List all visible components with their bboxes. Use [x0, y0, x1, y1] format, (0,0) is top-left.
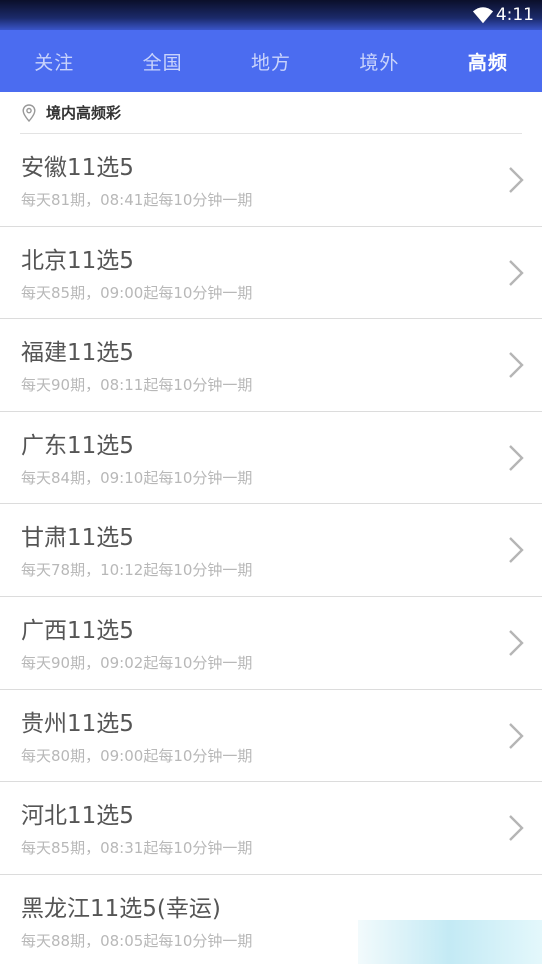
lottery-schedule: 每天90期，08:11起每10分钟一期 — [21, 376, 253, 395]
lottery-name: 贵州11选5 — [21, 710, 134, 737]
lottery-name: 安徽11选5 — [21, 155, 134, 181]
tab-bar: 关注 全国 地方 境外 高频 — [0, 30, 542, 92]
wifi-icon — [472, 7, 494, 24]
lottery-name: 广东11选5 — [21, 432, 134, 459]
lottery-schedule: 每天88期，08:05起每10分钟一期 — [21, 931, 253, 950]
lottery-name: 黑龙江11选5(幸运) — [21, 895, 221, 922]
status-time: 4:11 — [495, 5, 534, 25]
list-item-hebei[interactable]: 河北11选5 每天85期，08:31起每10分钟一期 — [0, 782, 542, 875]
section-header: 境内高频彩 — [20, 92, 522, 134]
lottery-name: 福建11选5 — [21, 340, 134, 367]
location-pin-icon — [22, 103, 36, 122]
lottery-name: 甘肃11选5 — [21, 525, 134, 552]
chevron-right-icon — [509, 259, 524, 286]
chevron-right-icon — [509, 352, 524, 379]
list-item-guangxi[interactable]: 广西11选5 每天90期，09:02起每10分钟一期 — [0, 597, 542, 690]
chevron-right-icon — [509, 722, 524, 749]
list-item-anhui[interactable]: 安徽11选5 每天81期，08:41起每10分钟一期 — [0, 134, 542, 227]
chevron-right-icon — [509, 815, 524, 842]
lottery-name: 广西11选5 — [21, 617, 134, 644]
tab-local[interactable]: 地方 — [217, 30, 325, 92]
lottery-name: 河北11选5 — [21, 803, 134, 830]
lottery-list: 安徽11选5 每天81期，08:41起每10分钟一期 北京11选5 每天85期，… — [0, 134, 542, 964]
list-item-beijing[interactable]: 北京11选5 每天85期，09:00起每10分钟一期 — [0, 227, 542, 320]
lottery-schedule: 每天85期，09:00起每10分钟一期 — [21, 283, 253, 302]
tab-overseas[interactable]: 境外 — [325, 30, 433, 92]
tab-follow[interactable]: 关注 — [0, 30, 108, 92]
lottery-schedule: 每天80期，09:00起每10分钟一期 — [21, 746, 253, 765]
status-bar: 4:11 — [0, 0, 542, 30]
tab-high-frequency[interactable]: 高频 — [434, 30, 542, 92]
lottery-name: 北京11选5 — [21, 247, 134, 274]
list-item-gansu[interactable]: 甘肃11选5 每天78期，10:12起每10分钟一期 — [0, 504, 542, 597]
section-title: 境内高频彩 — [46, 104, 122, 122]
chevron-right-icon — [509, 537, 524, 564]
lottery-schedule: 每天78期，10:12起每10分钟一期 — [21, 561, 253, 580]
tab-national[interactable]: 全国 — [108, 30, 216, 92]
lottery-schedule: 每天81期，08:41起每10分钟一期 — [21, 191, 253, 209]
list-item-guangdong[interactable]: 广东11选5 每天84期，09:10起每10分钟一期 — [0, 412, 542, 505]
chevron-right-icon — [509, 444, 524, 471]
chevron-right-icon — [509, 630, 524, 656]
lottery-schedule: 每天85期，08:31起每10分钟一期 — [21, 839, 253, 858]
chevron-right-icon — [509, 167, 524, 193]
lottery-schedule: 每天90期，09:02起每10分钟一期 — [21, 653, 253, 672]
list-item-guizhou[interactable]: 贵州11选5 每天80期，09:00起每10分钟一期 — [0, 690, 542, 783]
lottery-schedule: 每天84期，09:10起每10分钟一期 — [21, 468, 253, 487]
list-item-heilongjiang[interactable]: 黑龙江11选5(幸运) 每天88期，08:05起每10分钟一期 — [0, 875, 542, 964]
list-item-fujian[interactable]: 福建11选5 每天90期，08:11起每10分钟一期 — [0, 319, 542, 412]
